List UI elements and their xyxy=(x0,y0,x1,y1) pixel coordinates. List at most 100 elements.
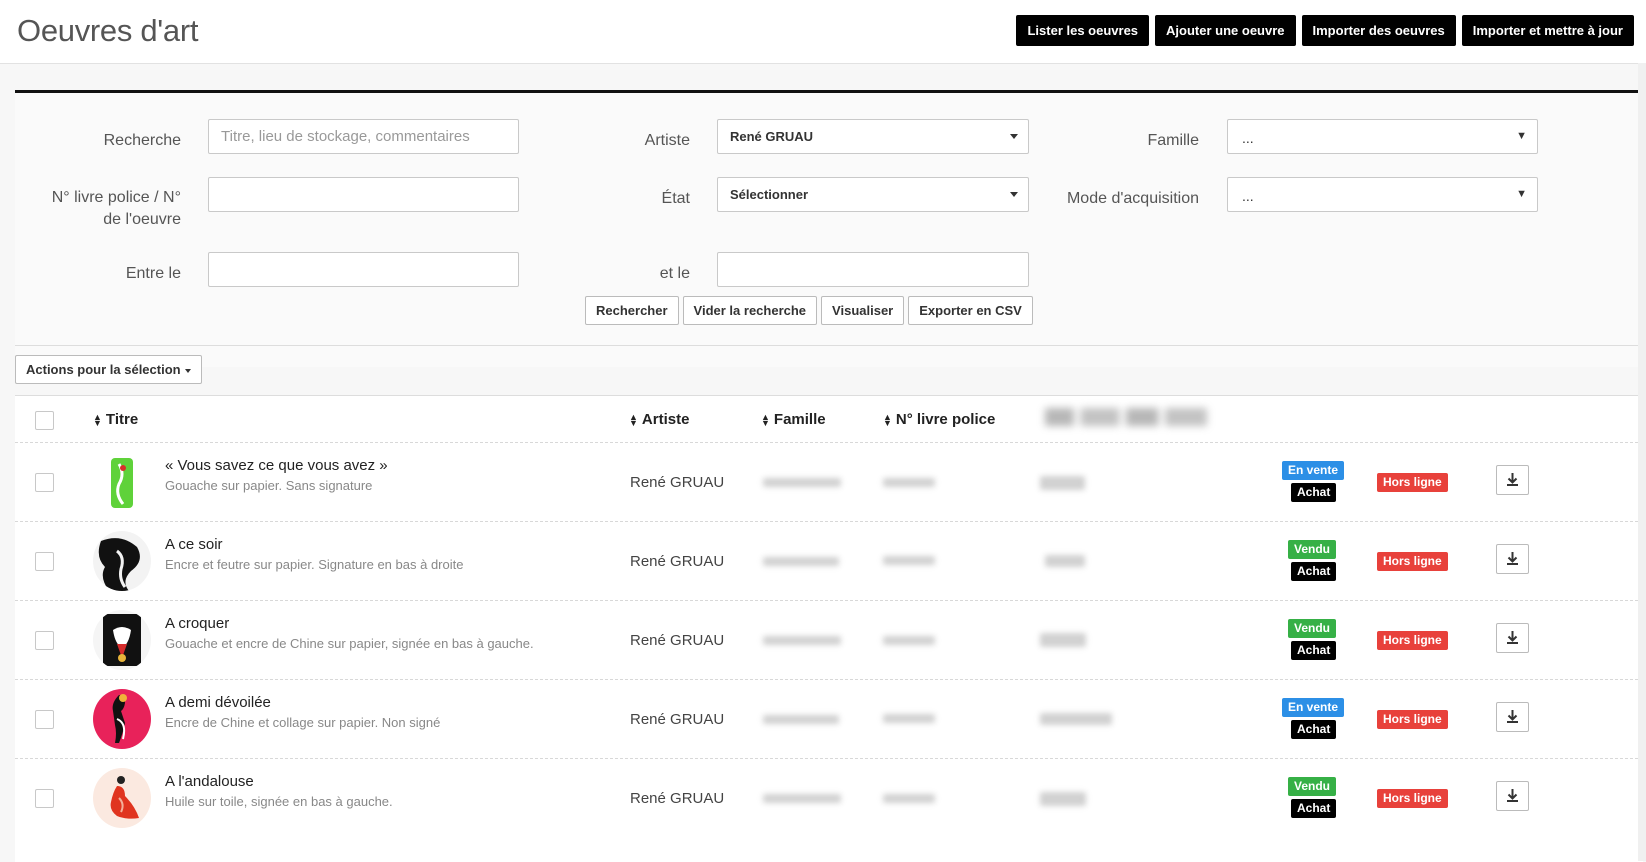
download-button[interactable] xyxy=(1496,465,1529,495)
triangle-down-icon: ▼ xyxy=(1516,130,1527,142)
redacted-family xyxy=(763,715,839,724)
visibility-badge: Hors ligne xyxy=(1377,552,1448,571)
redacted-family xyxy=(763,557,839,566)
artwork-thumbnail[interactable] xyxy=(93,689,151,749)
artwork-title[interactable]: A demi dévoilée xyxy=(165,694,271,711)
import-update-button[interactable]: Importer et mettre à jour xyxy=(1461,15,1634,46)
redacted-family xyxy=(763,478,841,487)
sort-title-header[interactable]: ▲ ▼ Titre xyxy=(93,411,138,428)
sort-family-header[interactable]: ▲ ▼ Famille xyxy=(761,411,826,428)
acquisition-badge: Achat xyxy=(1291,562,1337,581)
state-select[interactable]: Sélectionner xyxy=(717,177,1029,212)
redacted-police-number xyxy=(883,794,935,803)
table-row: A l'andalouse Huile sur toile, signée en… xyxy=(15,758,1643,838)
search-input[interactable] xyxy=(208,119,519,154)
police-column-label: N° livre police xyxy=(895,411,996,428)
import-artworks-button[interactable]: Importer des oeuvres xyxy=(1301,15,1456,46)
visualize-button[interactable]: Visualiser xyxy=(821,296,905,325)
acquisition-badge: Achat xyxy=(1291,799,1337,818)
redacted-value xyxy=(1040,792,1086,806)
family-select[interactable]: ... ▼ xyxy=(1227,119,1538,154)
acquisition-mode-select[interactable]: ... ▼ xyxy=(1227,177,1538,212)
redacted-value xyxy=(1040,476,1085,490)
divider xyxy=(15,345,1643,346)
state-label: État xyxy=(661,190,690,207)
visibility-badge: Hors ligne xyxy=(1377,473,1448,492)
triangle-down-icon: ▼ xyxy=(1516,188,1527,200)
selection-actions-dropdown[interactable]: Actions pour la sélection xyxy=(15,355,202,384)
top-navigation: Lister les oeuvres Ajouter une oeuvre Im… xyxy=(1016,15,1634,46)
download-button[interactable] xyxy=(1496,623,1529,653)
artwork-description: Encre et feutre sur papier. Signature en… xyxy=(165,557,464,572)
artist-select[interactable]: René GRUAU xyxy=(717,119,1029,154)
download-icon xyxy=(1507,473,1518,486)
artwork-thumbnail[interactable] xyxy=(93,452,151,512)
date-to-input[interactable] xyxy=(717,252,1029,287)
police-number-input[interactable] xyxy=(208,177,519,212)
sort-icon: ▲ ▼ xyxy=(93,412,102,429)
row-checkbox[interactable] xyxy=(35,631,54,650)
selection-actions-label: Actions pour la sélection xyxy=(26,362,181,377)
clear-search-button[interactable]: Vider la recherche xyxy=(682,296,818,325)
redacted-value xyxy=(1040,713,1112,725)
artist-column-label: Artiste xyxy=(641,411,690,428)
artwork-artist: René GRUAU xyxy=(630,711,725,728)
download-button[interactable] xyxy=(1496,702,1529,732)
artwork-title[interactable]: A croquer xyxy=(165,615,229,632)
select-all-checkbox[interactable] xyxy=(35,411,54,430)
status-badge: Vendu xyxy=(1288,777,1337,796)
row-checkbox[interactable] xyxy=(35,473,54,492)
download-icon xyxy=(1507,789,1518,802)
acquisition-badge: Achat xyxy=(1291,641,1337,660)
search-panel: Recherche Artiste René GRUAU Famille ...… xyxy=(15,90,1643,367)
export-csv-button[interactable]: Exporter en CSV xyxy=(908,296,1033,325)
title-column-label: Titre xyxy=(105,411,139,428)
row-checkbox[interactable] xyxy=(35,710,54,729)
download-button[interactable] xyxy=(1496,544,1529,574)
caret-down-icon xyxy=(1010,192,1018,197)
artwork-thumbnail[interactable] xyxy=(93,610,151,670)
add-artwork-button[interactable]: Ajouter une oeuvre xyxy=(1155,15,1296,46)
artwork-title[interactable]: « Vous savez ce que vous avez » xyxy=(165,457,388,474)
state-select-value: Sélectionner xyxy=(730,187,809,202)
row-checkbox[interactable] xyxy=(35,552,54,571)
acquisition-mode-select-value: ... xyxy=(1242,188,1254,204)
list-artworks-button[interactable]: Lister les oeuvres xyxy=(1016,15,1150,46)
visibility-badge: Hors ligne xyxy=(1377,789,1448,808)
redacted-family xyxy=(763,794,841,803)
search-label: Recherche xyxy=(103,132,181,149)
redacted-police-number xyxy=(883,556,935,565)
redacted-police-number xyxy=(883,478,935,487)
artwork-description: Gouache sur papier. Sans signature xyxy=(165,478,373,493)
artwork-thumbnail[interactable] xyxy=(93,768,151,828)
table-row: A demi dévoilée Encre de Chine et collag… xyxy=(15,679,1643,759)
download-icon xyxy=(1507,631,1518,644)
date-from-label: Entre le xyxy=(125,265,181,282)
family-label: Famille xyxy=(1147,132,1199,149)
search-button[interactable]: Rechercher xyxy=(585,296,679,325)
status-badge: Vendu xyxy=(1288,540,1337,559)
search-buttons: Rechercher Vider la recherche Visualiser… xyxy=(585,296,1033,325)
table-row: A ce soir Encre et feutre sur papier. Si… xyxy=(15,521,1643,601)
artwork-thumbnail[interactable] xyxy=(93,531,151,591)
table-row: « Vous savez ce que vous avez » Gouache … xyxy=(15,442,1643,522)
sort-artist-header[interactable]: ▲ ▼ Artiste xyxy=(629,411,689,428)
sort-police-header[interactable]: ▲ ▼ N° livre police xyxy=(883,411,995,428)
redacted-column-header xyxy=(1045,408,1207,426)
artwork-artist: René GRUAU xyxy=(630,474,725,491)
page-scrollbar[interactable] xyxy=(1638,63,1646,861)
artwork-title[interactable]: A ce soir xyxy=(165,536,223,553)
redacted-value xyxy=(1045,555,1085,567)
redacted-police-number xyxy=(883,714,935,723)
caret-down-icon xyxy=(184,368,191,373)
acquisition-mode-label: Mode d'acquisition xyxy=(1066,190,1199,207)
redacted-family xyxy=(763,636,841,645)
police-number-label: N° livre police / N° de l'oeuvre xyxy=(35,187,181,231)
row-checkbox[interactable] xyxy=(35,789,54,808)
table-row: A croquer Gouache et encre de Chine sur … xyxy=(15,600,1643,680)
artwork-artist: René GRUAU xyxy=(630,553,725,570)
artwork-title[interactable]: A l'andalouse xyxy=(165,773,254,790)
download-button[interactable] xyxy=(1496,781,1529,811)
acquisition-badge: Achat xyxy=(1291,483,1337,502)
date-from-input[interactable] xyxy=(208,252,519,287)
